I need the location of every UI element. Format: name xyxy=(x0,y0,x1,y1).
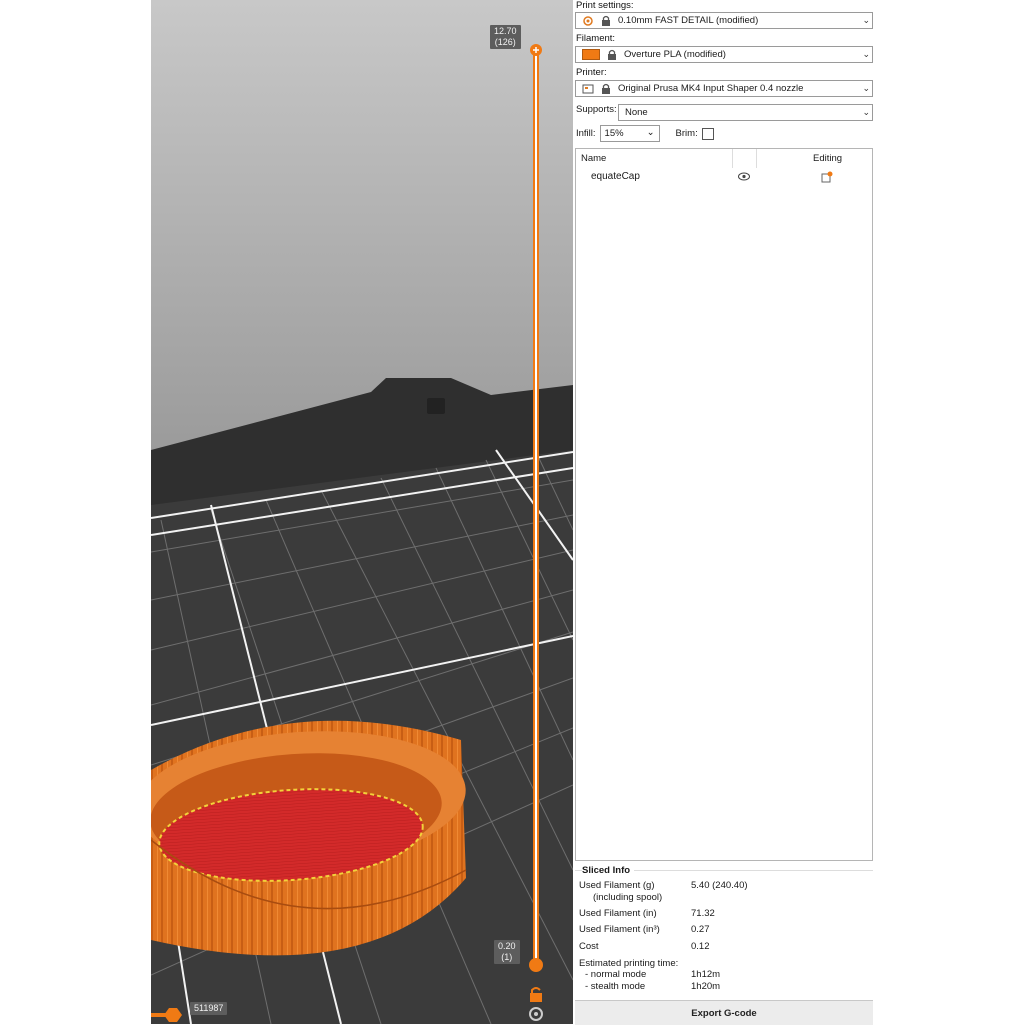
bottom-height: 0.20 xyxy=(498,941,516,951)
scene-canvas xyxy=(151,0,573,1024)
panel-edge xyxy=(873,0,1024,1024)
normal-mode-label: - normal mode xyxy=(585,969,647,980)
used-filament-g-sub: (including spool) xyxy=(593,892,663,903)
filament-value: Overture PLA (modified) xyxy=(624,49,726,60)
column-divider xyxy=(732,149,733,168)
print-settings-label: Print settings: xyxy=(576,0,634,11)
edit-settings-icon[interactable] xyxy=(821,171,833,186)
chevron-down-icon: ⌄ xyxy=(646,127,655,138)
layer-slider-top-label: 12.70 (126) xyxy=(490,25,521,49)
move-slider-label: 511987 xyxy=(190,1002,228,1015)
stealth-mode-label: - stealth mode xyxy=(585,981,646,992)
column-name-header[interactable]: Name xyxy=(581,153,606,164)
used-filament-g-value: 5.40 (240.40) xyxy=(691,880,748,891)
layer-slider-bottom-thumb xyxy=(529,958,543,972)
eye-icon[interactable] xyxy=(738,172,750,184)
normal-mode-value: 1h12m xyxy=(691,969,721,980)
object-list-header: Name Editing xyxy=(576,149,872,168)
supports-combo[interactable]: None ⌄ xyxy=(618,104,873,121)
object-list: Name Editing equateCap xyxy=(575,148,873,861)
supports-value: None xyxy=(625,107,648,118)
printer-combo[interactable]: Original Prusa MK4 Input Shaper 0.4 nozz… xyxy=(575,80,873,97)
3d-preview-viewport[interactable]: 12.70 (126) 0.20 (1) 511987 xyxy=(151,0,573,1024)
brim-checkbox[interactable] xyxy=(701,127,714,140)
cost-label: Cost xyxy=(579,941,599,952)
infill-value: 15% xyxy=(604,128,624,139)
used-filament-in-value: 71.32 xyxy=(691,908,715,919)
infill-combo[interactable]: 15% ⌄ xyxy=(599,125,660,142)
column-divider xyxy=(756,149,757,168)
stealth-mode-value: 1h20m xyxy=(691,981,721,992)
bottom-layer: (1) xyxy=(501,952,513,962)
chevron-down-icon: ⌄ xyxy=(862,107,870,117)
filament-combo[interactable]: Overture PLA (modified) ⌄ xyxy=(575,46,873,63)
supports-label: Supports: xyxy=(576,104,617,115)
export-gcode-button[interactable]: Export G-code xyxy=(575,1000,873,1025)
lock-icon xyxy=(606,49,618,61)
printer-label: Printer: xyxy=(576,67,607,78)
chevron-down-icon: ⌄ xyxy=(862,83,870,93)
print-settings-value: 0.10mm FAST DETAIL (modified) xyxy=(618,15,759,26)
layer-slider-bottom-label: 0.20 (1) xyxy=(494,940,520,964)
printer-icon xyxy=(582,83,594,95)
used-filament-g-label: Used Filament (g) xyxy=(579,880,655,891)
top-layer: (126) xyxy=(494,37,516,47)
sliced-info-title: Sliced Info xyxy=(582,865,635,876)
supports-row: Supports: xyxy=(576,104,617,115)
brim-label: Brim: xyxy=(675,128,698,139)
print-time-label: Estimated printing time: xyxy=(579,958,679,969)
scene-background xyxy=(151,0,573,460)
cost-value: 0.12 xyxy=(691,941,710,952)
column-editing-header[interactable]: Editing xyxy=(813,153,842,164)
infill-label: Infill: xyxy=(576,128,596,139)
used-filament-in3-label: Used Filament (in³) xyxy=(579,924,660,935)
infill-row: Infill: 15% ⌄ Brim: xyxy=(576,125,714,142)
used-filament-in3-value: 0.27 xyxy=(691,924,710,935)
chevron-down-icon: ⌄ xyxy=(862,15,870,25)
print-settings-icon xyxy=(582,15,594,27)
lock-icon xyxy=(600,15,612,27)
filament-label: Filament: xyxy=(576,33,616,44)
printer-value: Original Prusa MK4 Input Shaper 0.4 nozz… xyxy=(618,83,804,94)
bed-clip xyxy=(427,398,445,414)
used-filament-in-label: Used Filament (in) xyxy=(579,908,657,919)
chevron-down-icon: ⌄ xyxy=(862,49,870,59)
list-item[interactable]: equateCap xyxy=(576,169,872,185)
top-height: 12.70 xyxy=(494,26,517,36)
print-settings-combo[interactable]: 0.10mm FAST DETAIL (modified) ⌄ xyxy=(575,12,873,29)
filament-color-swatch[interactable] xyxy=(582,49,600,60)
lock-icon xyxy=(600,83,612,95)
object-name: equateCap xyxy=(591,171,640,182)
